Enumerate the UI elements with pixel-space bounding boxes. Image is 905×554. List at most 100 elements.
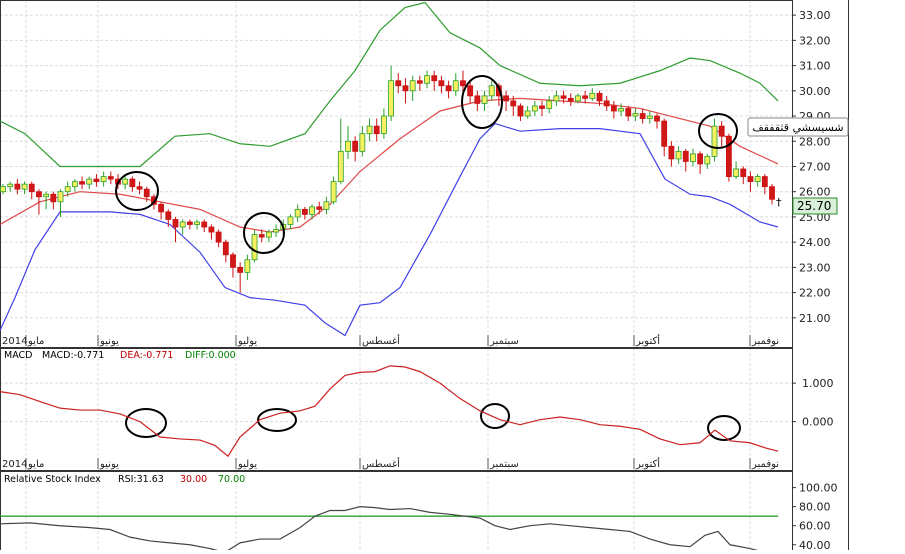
candle-body <box>510 100 517 107</box>
candle-body <box>309 206 315 215</box>
candle-body <box>603 100 610 107</box>
candle-body <box>43 193 50 198</box>
x-tick-label: نوفمبر <box>751 336 779 347</box>
candle-body <box>136 186 143 190</box>
dea-value: DEA:-0.771 <box>120 350 173 361</box>
stock-chart: † 21.00 22.00 23.00 24.00 25.00 26.00 27.00 28.… <box>0 0 905 554</box>
candle-body <box>28 183 35 193</box>
x-tick-label: يونيو <box>99 459 119 470</box>
price-tick-label: 21.00 <box>799 312 831 325</box>
candle-body <box>747 176 754 183</box>
candle-body <box>7 183 14 188</box>
rsi-tick-label: 60.00 <box>799 520 831 533</box>
candle-body <box>36 191 42 198</box>
candle-body <box>122 178 129 185</box>
candle-body <box>467 85 474 97</box>
candle-body <box>733 168 739 177</box>
last-price-tag: 25.70 <box>792 197 838 215</box>
candle-body <box>381 115 387 135</box>
candle-body <box>661 120 668 147</box>
last-candle-marker: † <box>776 196 782 209</box>
candle-body <box>64 186 71 193</box>
price-tick-label: 31.00 <box>799 60 831 73</box>
candle-body <box>625 108 632 117</box>
x-tick-label: مايو <box>27 336 44 347</box>
candle-body <box>230 254 236 268</box>
candle-body <box>179 221 186 228</box>
candle-body <box>273 229 280 233</box>
candle-body <box>481 95 488 104</box>
candle-body <box>416 80 423 84</box>
price-tick-label: 33.00 <box>799 9 831 22</box>
candle-body <box>143 188 150 198</box>
candle-body <box>539 105 545 109</box>
candle-body <box>100 176 107 183</box>
candle-body <box>704 155 711 165</box>
candle-body <box>560 95 567 99</box>
candle-body <box>165 211 172 220</box>
candle-body <box>639 113 646 119</box>
candle-body <box>222 241 229 256</box>
candle-body <box>409 80 416 92</box>
rsi-low-level: 30.00 <box>180 474 207 485</box>
candle-body <box>575 95 581 102</box>
price-tick-label: 24.00 <box>799 236 831 249</box>
candle-body <box>201 221 208 228</box>
candle-body <box>754 176 761 183</box>
candle-body <box>345 140 351 152</box>
candle-body <box>129 178 136 188</box>
candle-body <box>186 221 193 225</box>
candle-body <box>553 95 560 102</box>
candle-body <box>93 178 100 183</box>
annotation-box: شسيسشي قثقفقف <box>747 117 849 137</box>
price-tick-label: 32.00 <box>799 34 831 47</box>
candle-body <box>517 105 524 117</box>
candle-body <box>258 234 265 238</box>
candle-body <box>682 150 689 162</box>
price-tick-label: 23.00 <box>799 261 831 274</box>
rsi-tick-label: 80.00 <box>799 501 831 514</box>
candle-body <box>503 95 509 102</box>
candle-body <box>316 206 323 210</box>
x-tick-label: مايو <box>27 459 44 470</box>
price-tick-label: 28.00 <box>799 135 831 148</box>
candle-body <box>337 150 344 183</box>
candle-body <box>582 95 589 99</box>
candle-body <box>266 231 272 238</box>
candle-body <box>740 168 747 177</box>
rsi-tick-label: 40.00 <box>799 539 831 550</box>
candle-body <box>424 75 430 84</box>
x-tick-label: أكتوبر <box>635 457 660 470</box>
candle-body <box>287 216 294 225</box>
annotation-text: شسيسشي قثقفقف <box>752 121 843 134</box>
chart-canvas: † 21.0022.0023.0024.0025.0026.0027.0028.… <box>0 0 905 554</box>
candle-body <box>352 140 359 152</box>
price-tick-label: 27.00 <box>799 160 831 173</box>
candle-body <box>194 221 200 225</box>
rsi-value: RSI:31.63 <box>118 474 164 485</box>
candle-body <box>107 176 114 180</box>
candle-body <box>172 219 179 228</box>
candle-body <box>546 100 553 109</box>
candle-body <box>402 85 409 92</box>
candle-body <box>244 259 251 273</box>
rsi-title: Relative Stock Index <box>4 474 101 485</box>
candle-body <box>654 115 660 122</box>
price-tick-label: 26.00 <box>799 186 831 199</box>
x-tick-label: 2014 <box>2 336 27 347</box>
candle-body <box>388 80 394 117</box>
candle-body <box>158 203 165 213</box>
x-tick-label: يوليو <box>237 336 257 347</box>
candle-body <box>79 181 85 185</box>
candle-body <box>488 85 495 97</box>
candle-body <box>323 201 330 210</box>
candle-body <box>524 110 531 117</box>
candle-body <box>675 150 682 160</box>
price-tick-label: 22.00 <box>799 287 831 300</box>
price-tick-label: 30.00 <box>799 85 831 98</box>
candle-body <box>761 176 768 188</box>
candle-body <box>208 226 215 233</box>
candle-body <box>596 92 603 102</box>
candle-body <box>618 108 624 112</box>
candle-body <box>697 153 704 165</box>
